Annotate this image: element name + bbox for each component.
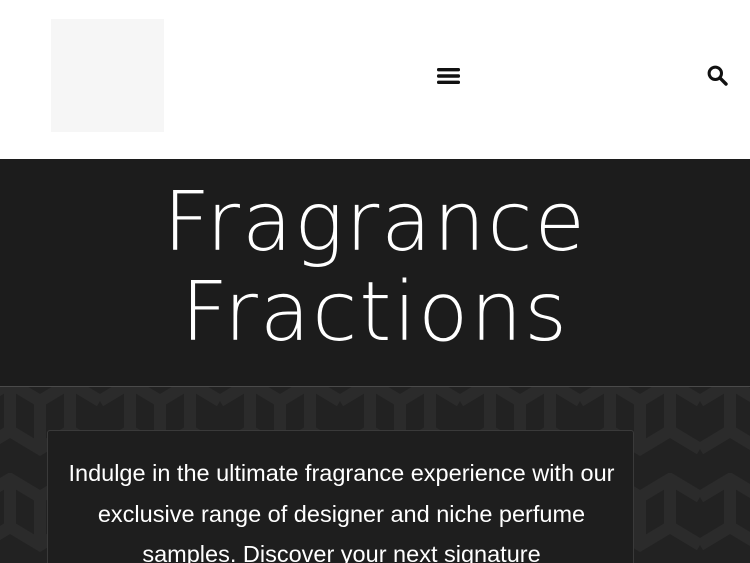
- search-button[interactable]: [705, 63, 729, 87]
- intro-card: Indulge in the ultimate fragrance experi…: [47, 430, 634, 563]
- site-logo[interactable]: [51, 19, 164, 132]
- hamburger-menu-button[interactable]: [436, 64, 460, 88]
- intro-section: Indulge in the ultimate fragrance experi…: [0, 387, 750, 563]
- search-icon: [707, 65, 728, 86]
- page-title-line-2: Fractions: [180, 265, 570, 360]
- intro-paragraph: Indulge in the ultimate fragrance experi…: [68, 460, 615, 563]
- site-header: [0, 0, 750, 159]
- page-title-line-1: Fragrance: [163, 175, 587, 270]
- page-title: Fragrance Fractions: [0, 178, 750, 358]
- hero-banner: Fragrance Fractions: [0, 159, 750, 387]
- hamburger-menu-icon: [436, 68, 460, 84]
